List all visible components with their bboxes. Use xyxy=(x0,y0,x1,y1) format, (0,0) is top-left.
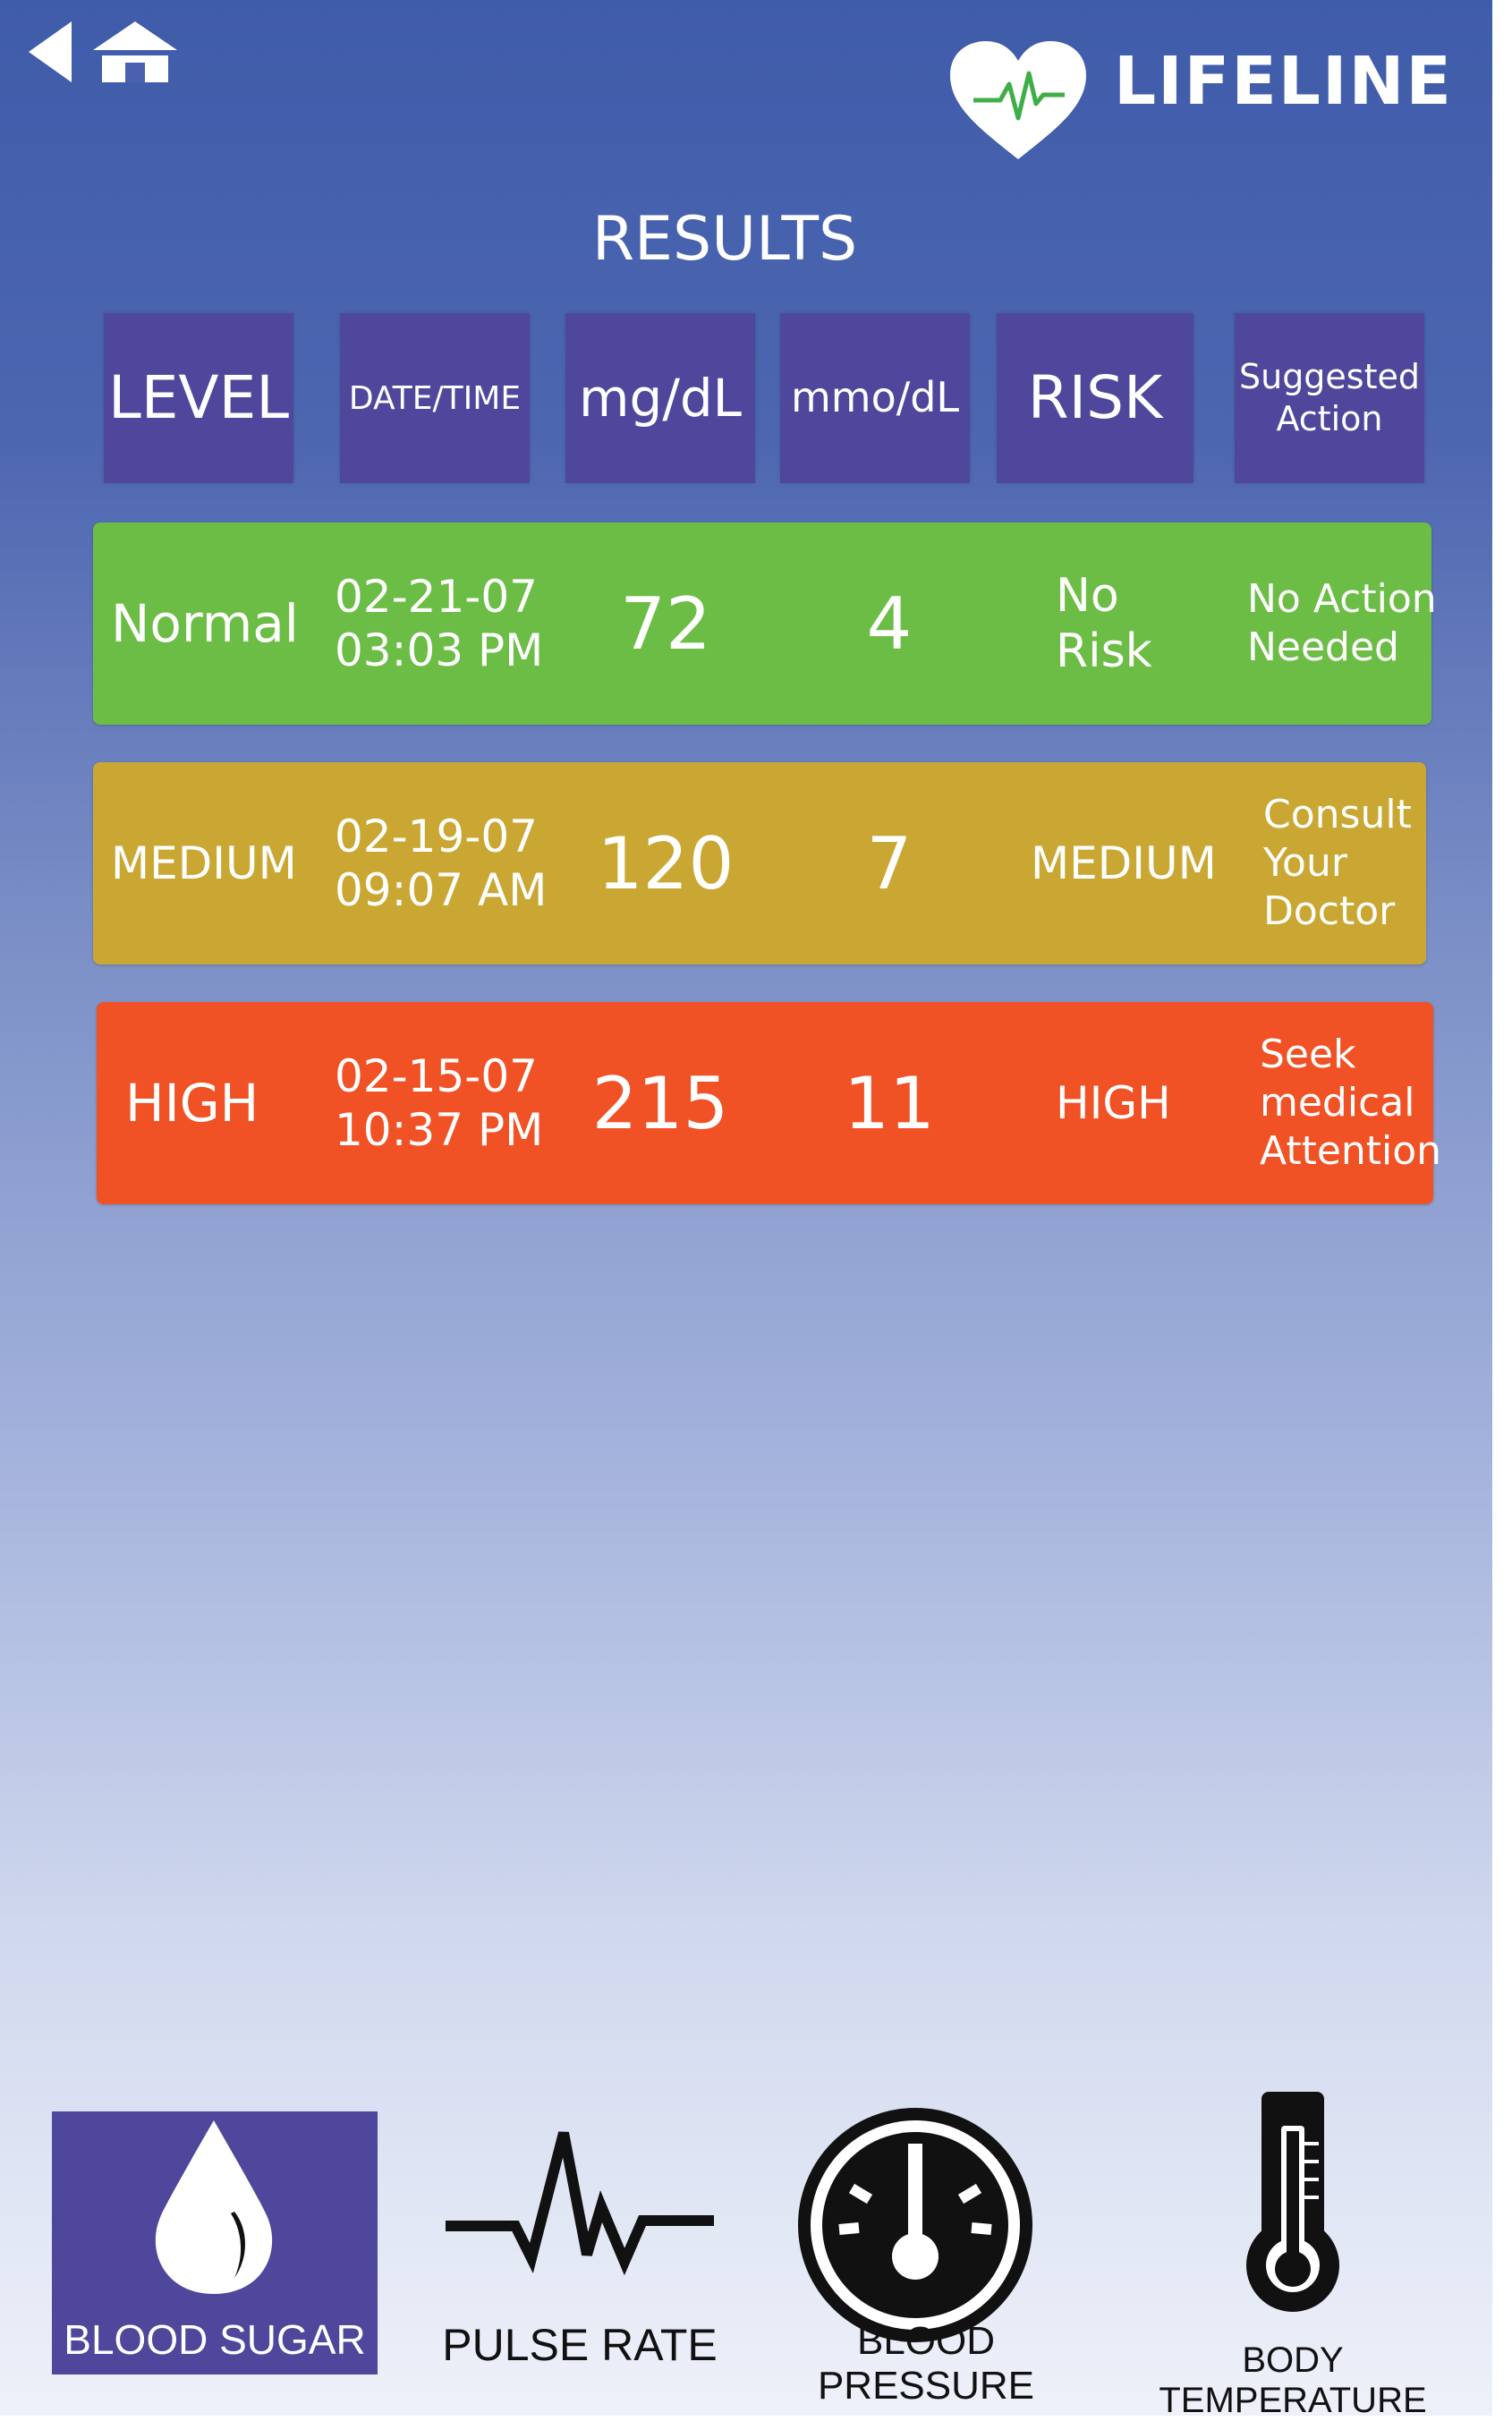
home-button[interactable] xyxy=(89,20,181,84)
column-header-mmol: mmo/dL xyxy=(780,313,970,483)
date-value: 02-19-07 xyxy=(335,811,538,862)
result-row-normal[interactable]: Normal 02-21-07 03:03 PM 72 4 No Risk No… xyxy=(93,522,1437,725)
nav-label: BODY TEMPERATURE xyxy=(1159,2340,1427,2420)
column-header-risk: RISK xyxy=(997,313,1193,483)
mmol-value: 4 xyxy=(866,582,913,666)
column-header-label: mmo/dL xyxy=(790,373,960,422)
pulse-wave-icon xyxy=(446,2131,714,2276)
level-value: MEDIUM xyxy=(111,837,297,889)
gauge-icon xyxy=(798,2108,1032,2342)
nav-pulse-rate[interactable]: PULSE RATE xyxy=(428,2085,732,2380)
back-button[interactable] xyxy=(27,20,75,84)
result-row-high[interactable]: HIGH 02-15-07 10:37 PM 215 11 HIGH Seek … xyxy=(97,1002,1441,1204)
time-value: 10:37 PM xyxy=(335,1104,544,1156)
risk-value: MEDIUM xyxy=(1031,837,1217,889)
column-header-label: RISK xyxy=(1027,362,1163,432)
level-value: HIGH xyxy=(125,1073,259,1134)
nav-label: BLOOD PRESSURE xyxy=(817,2319,1035,2408)
app-logo-text: LIFELINE xyxy=(1114,43,1453,120)
column-header-mgdl: mg/dL xyxy=(565,313,755,483)
result-row-medium[interactable]: MEDIUM 02-19-07 09:07 AM 120 7 MEDIUM Co… xyxy=(93,762,1426,964)
column-header-label: mg/dL xyxy=(579,367,742,429)
mmol-value: 11 xyxy=(844,1061,935,1145)
mgdl-value: 215 xyxy=(591,1061,729,1145)
date-value: 02-21-07 xyxy=(335,571,538,623)
date-value: 02-15-07 xyxy=(335,1050,538,1102)
risk-value: No Risk xyxy=(1056,568,1152,678)
logo-heart-icon xyxy=(947,38,1090,163)
column-header-level: LEVEL xyxy=(104,313,293,483)
suggested-action-value: Seek medical Attention xyxy=(1260,1032,1442,1174)
column-header-label: LEVEL xyxy=(107,362,290,432)
risk-value: HIGH xyxy=(1056,1077,1171,1129)
blood-drop-icon xyxy=(155,2120,273,2294)
mgdl-value: 72 xyxy=(620,582,711,666)
back-arrow-icon xyxy=(29,21,72,82)
nav-blood-pressure[interactable]: BLOOD PRESSURE xyxy=(753,2085,1099,2408)
nav-blood-sugar[interactable]: BLOOD SUGAR xyxy=(52,2111,378,2374)
column-header-label: Suggested Action xyxy=(1238,356,1421,439)
app-screen: LIFELINE RESULTS LEVEL DATE/TIME mg/dL m… xyxy=(0,0,1492,2420)
suggested-action-value: Consult Your Doctor xyxy=(1263,792,1412,934)
page-title: RESULTS xyxy=(591,204,858,275)
thermometer-icon xyxy=(1246,2092,1339,2312)
suggested-action-value: No Action Needed xyxy=(1247,576,1437,670)
mmol-value: 7 xyxy=(866,821,913,905)
time-value: 09:07 AM xyxy=(335,864,548,916)
column-header-suggested-action: Suggested Action xyxy=(1235,313,1424,483)
home-icon xyxy=(93,21,177,82)
mgdl-value: 120 xyxy=(597,821,735,905)
nav-label: PULSE RATE xyxy=(442,2320,718,2370)
right-border-strip xyxy=(1492,0,1512,2416)
column-header-label: DATE/TIME xyxy=(348,379,522,417)
column-header-datetime: DATE/TIME xyxy=(340,313,530,483)
time-value: 03:03 PM xyxy=(335,624,544,676)
level-value: Normal xyxy=(111,593,299,654)
nav-body-temperature[interactable]: BODY TEMPERATURE xyxy=(1109,2090,1476,2420)
nav-label: BLOOD SUGAR xyxy=(64,2316,366,2363)
